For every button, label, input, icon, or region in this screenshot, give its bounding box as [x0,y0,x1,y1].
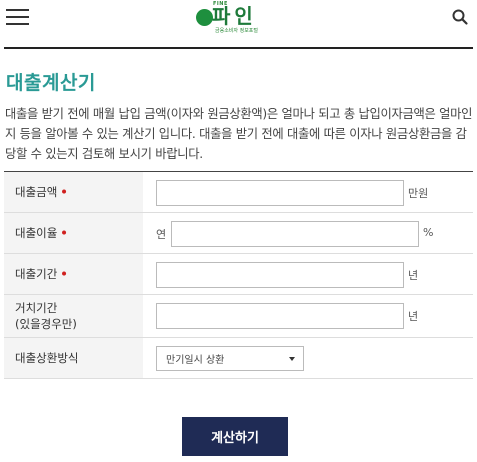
header: FINE 파인 금융소비자 정보포털 [0,0,477,38]
logo-main-text: 파인 [212,4,257,28]
header-divider [4,47,473,49]
period-input[interactable] [156,262,404,288]
amount-label: 대출금액 • [4,172,143,212]
grace-input[interactable] [156,303,404,329]
rate-unit: % [423,226,434,239]
rate-prefix: 연 [156,228,167,241]
rate-input[interactable] [171,221,419,247]
rate-label: 대출이율 • [4,213,143,253]
grace-label: 거치기간 (있을경우만) [4,295,143,337]
grace-unit: 년 [408,310,419,323]
logo-sub-text: 금융소비자 정보포털 [215,28,258,34]
required-mark: • [60,185,68,199]
form-row-method: 대출상환방식 만기일시 상환 [4,338,473,379]
page-description: 대출을 받기 전에 매월 납입 금액(이자와 원금상환액)은 얼마나 되고 총 … [5,107,473,161]
method-label: 대출상환방식 [4,338,143,378]
period-label: 대출기간 • [4,254,143,294]
required-mark: • [60,226,68,240]
form-row-amount: 대출금액 • 만원 [4,172,473,213]
form-row-grace: 거치기간 (있을경우만) 년 [4,295,473,338]
form-row-period: 대출기간 • 년 [4,254,473,295]
amount-input[interactable] [156,180,404,206]
loan-form: 대출금액 • 만원 대출이율 • 연 % 대출기간 • 년 거치기간 (있을경우만) 년… [4,171,473,379]
amount-unit: 만원 [408,187,429,200]
logo[interactable]: FINE 파인 금융소비자 정보포털 [193,1,283,35]
required-mark: • [60,267,68,281]
logo-dot-icon [196,9,213,26]
page-title: 대출계산기 [6,72,96,94]
chevron-down-icon [289,357,295,361]
period-unit: 년 [408,269,419,282]
repayment-method-select[interactable]: 만기일시 상환 [156,346,304,371]
calculate-button[interactable]: 계산하기 [182,417,288,456]
form-row-rate: 대출이율 • 연 % [4,213,473,254]
menu-icon[interactable] [6,9,30,27]
search-icon[interactable] [451,8,469,26]
